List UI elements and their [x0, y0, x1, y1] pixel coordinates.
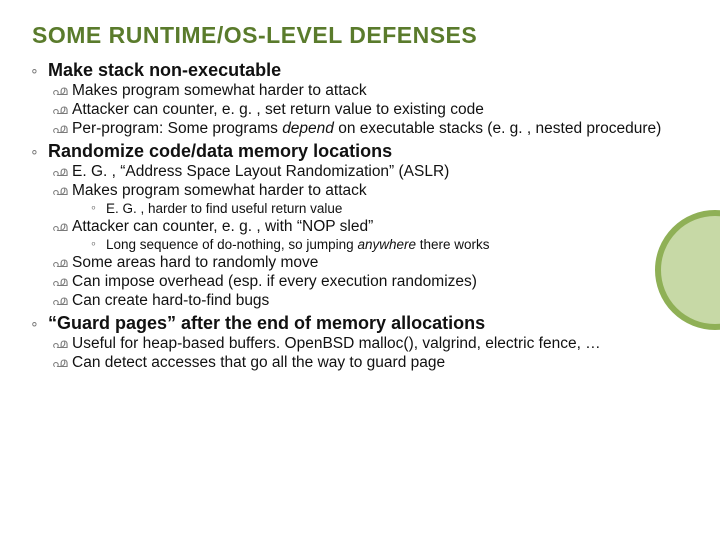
section-heading: “Guard pages” after the end of memory al…: [48, 312, 485, 334]
slide-title: SOME RUNTIME/OS-LEVEL DEFENSES: [32, 22, 672, 49]
bullet-icon: ൶: [52, 119, 72, 138]
list-item: Makes program somewhat harder to attack: [72, 81, 367, 100]
bullet-icon: ൶: [52, 353, 72, 372]
bullet-icon: ൶: [52, 81, 72, 100]
slide-content: SOME RUNTIME/OS-LEVEL DEFENSES ∘ Make st…: [0, 0, 720, 384]
bullet-icon: ∘: [90, 200, 106, 217]
list-item: Attacker can counter, e. g. , with “NOP …: [72, 217, 373, 236]
bullet-icon: ∘: [30, 59, 48, 81]
bullet-icon: ∘: [30, 140, 48, 162]
list-item: Some areas hard to randomly move: [72, 253, 318, 272]
section-heading: Randomize code/data memory locations: [48, 140, 392, 162]
bullet-icon: ൶: [52, 334, 72, 353]
bullet-icon: ൶: [52, 162, 72, 181]
bullet-icon: ൶: [52, 291, 72, 310]
list-item: Useful for heap-based buffers. OpenBSD m…: [72, 334, 601, 353]
bullet-icon: ൶: [52, 100, 72, 119]
list-item: Can impose overhead (esp. if every execu…: [72, 272, 477, 291]
list-item: Per-program: Some programs depend on exe…: [72, 119, 661, 138]
bullet-icon: ൶: [52, 217, 72, 236]
list-item: Can detect accesses that go all the way …: [72, 353, 445, 372]
bullet-icon: ൶: [52, 272, 72, 291]
bullet-icon: ∘: [90, 236, 106, 253]
list-item: Long sequence of do-nothing, so jumping …: [106, 236, 490, 253]
list-item: Makes program somewhat harder to attack: [72, 181, 367, 200]
section-heading: Make stack non-executable: [48, 59, 281, 81]
bullet-icon: ൶: [52, 253, 72, 272]
bullet-list: ∘ Make stack non-executable ൶Makes progr…: [30, 59, 672, 372]
bullet-icon: ൶: [52, 181, 72, 200]
list-item: E. G. , “Address Space Layout Randomizat…: [72, 162, 449, 181]
list-item: Can create hard-to-find bugs: [72, 291, 269, 310]
list-item: E. G. , harder to find useful return val…: [106, 200, 342, 217]
list-item: Attacker can counter, e. g. , set return…: [72, 100, 484, 119]
bullet-icon: ∘: [30, 312, 48, 334]
